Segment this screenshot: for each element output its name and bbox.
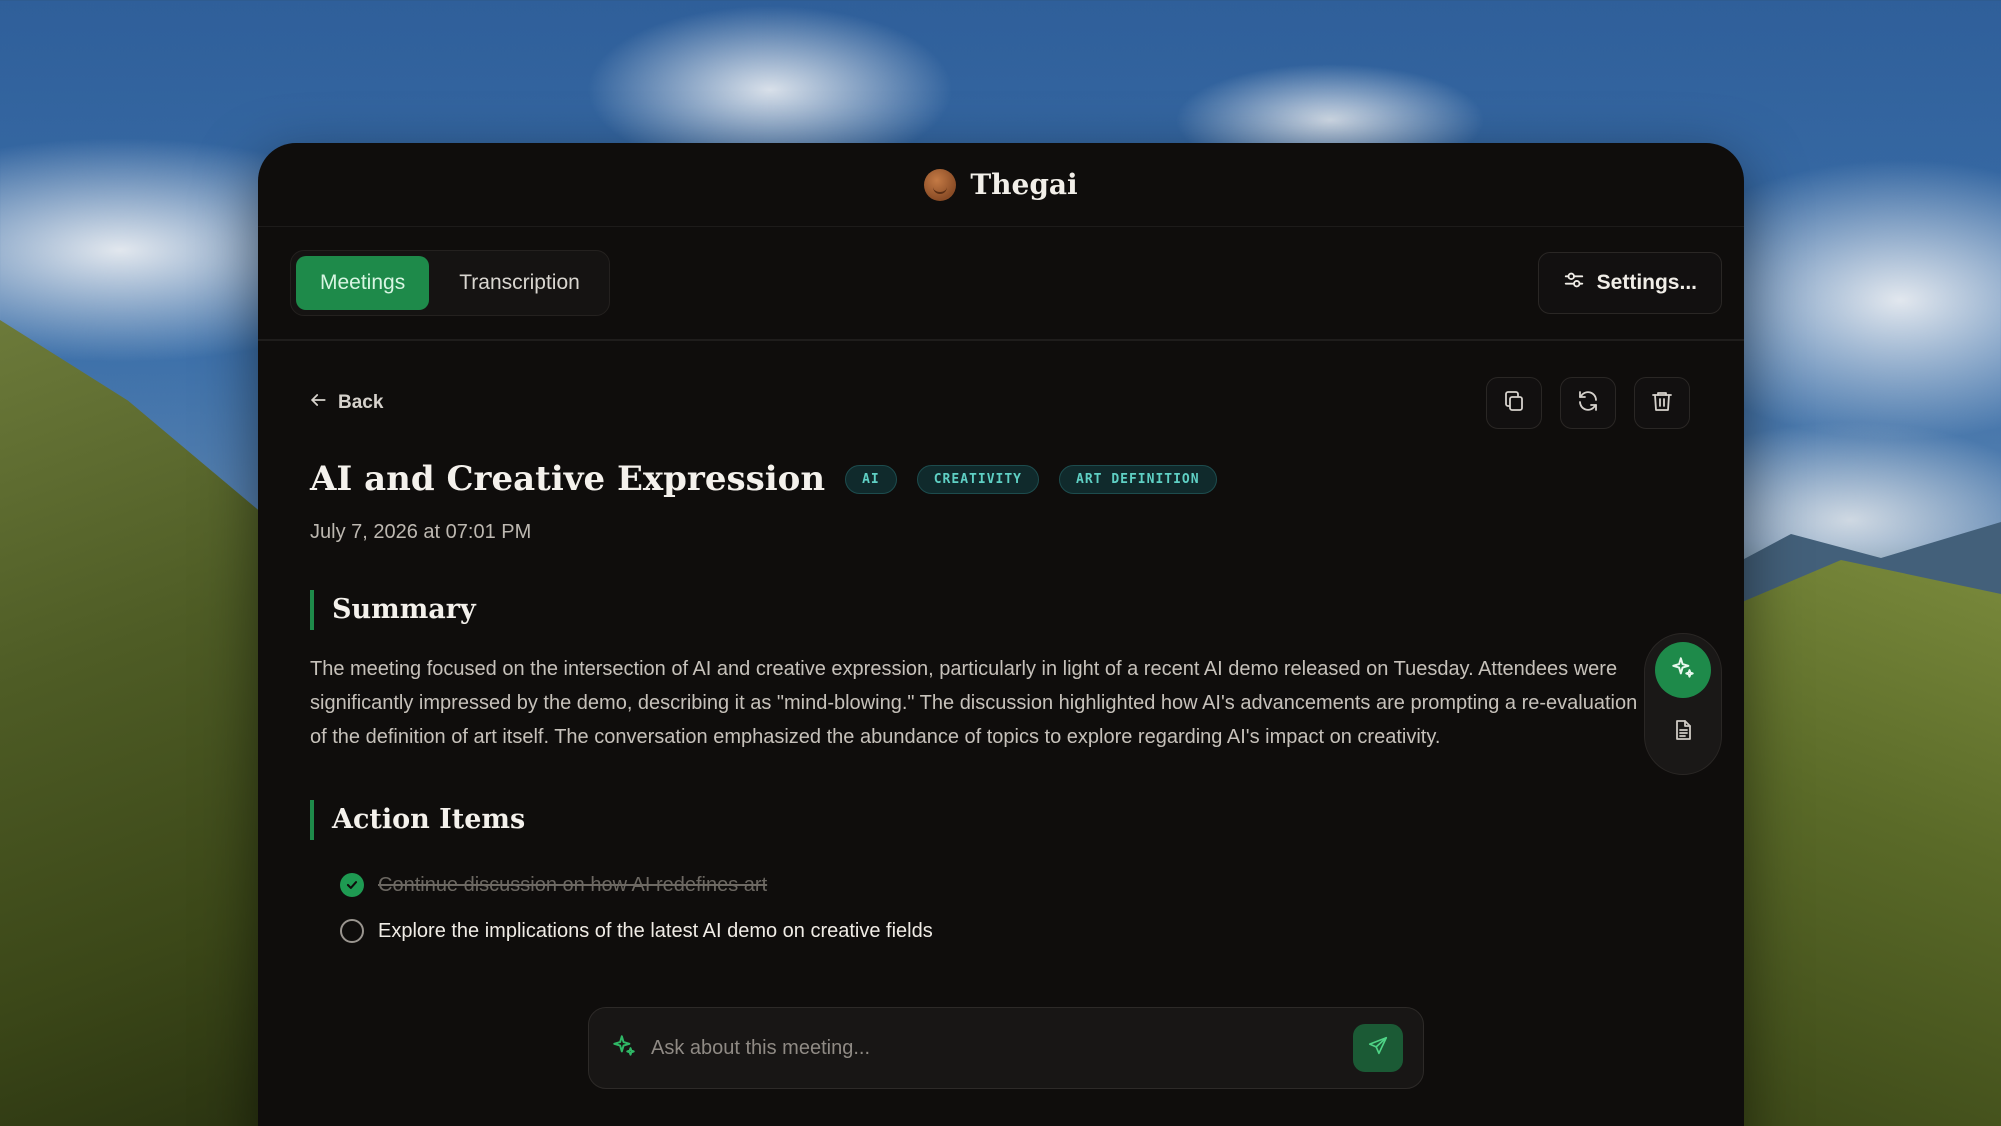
ai-assistant-button[interactable] — [1655, 642, 1711, 698]
tag-ai[interactable]: AI — [845, 464, 897, 494]
sliders-icon — [1563, 269, 1585, 297]
tab-group: Meetings Transcription — [290, 250, 610, 316]
send-button[interactable] — [1353, 1024, 1403, 1072]
action-item-text: Explore the implications of the latest A… — [378, 919, 933, 942]
settings-label: Settings... — [1596, 271, 1697, 294]
delete-button[interactable] — [1634, 377, 1690, 429]
meeting-title: AI and Creative Expression — [310, 459, 826, 499]
ask-bar — [588, 1007, 1424, 1089]
settings-button[interactable]: Settings... — [1537, 252, 1722, 314]
nav-bar: Meetings Transcription Settings... — [258, 227, 1744, 341]
app-header: Thegai — [258, 143, 1744, 227]
send-icon — [1367, 1035, 1389, 1062]
sparkle-icon — [1670, 655, 1696, 686]
tab-meetings[interactable]: Meetings — [296, 256, 430, 310]
action-item: Explore the implications of the latest A… — [340, 908, 1692, 954]
summary-heading: Summary — [310, 590, 1692, 630]
checkbox-unchecked-icon[interactable] — [340, 919, 364, 943]
copy-button[interactable] — [1486, 377, 1542, 429]
ask-input[interactable] — [651, 1036, 1339, 1060]
meeting-actions — [1486, 377, 1690, 429]
sparkle-icon — [611, 1033, 637, 1064]
side-tool-rail — [1644, 633, 1722, 775]
arrow-left-icon — [308, 390, 328, 416]
copy-icon — [1502, 389, 1526, 418]
action-items-list: Continue discussion on how AI redefines … — [340, 862, 1692, 954]
trash-icon — [1650, 389, 1674, 418]
avatar-icon — [924, 168, 957, 201]
tag-creativity[interactable]: CREATIVITY — [916, 464, 1040, 494]
back-label: Back — [338, 392, 384, 413]
action-item: Continue discussion on how AI redefines … — [340, 862, 1692, 908]
back-button[interactable]: Back — [308, 390, 383, 416]
meeting-detail: Back AI and Creative Expression AI CREAT… — [258, 341, 1744, 954]
brand-name: Thegai — [970, 168, 1078, 201]
refresh-icon — [1576, 389, 1600, 418]
action-items-heading: Action Items — [310, 800, 1692, 840]
app-window: Thegai Meetings Transcription Settings..… — [258, 143, 1744, 1126]
refresh-button[interactable] — [1560, 377, 1616, 429]
checkbox-checked-icon[interactable] — [340, 873, 364, 897]
document-button[interactable] — [1663, 712, 1703, 752]
tab-transcription[interactable]: Transcription — [435, 256, 604, 310]
tag-art-definition[interactable]: ART DEFINITION — [1059, 464, 1217, 494]
summary-text: The meeting focused on the intersection … — [310, 658, 1638, 748]
document-icon — [1671, 718, 1695, 747]
meeting-date: July 7, 2026 at 07:01 PM — [310, 521, 532, 543]
action-item-text: Continue discussion on how AI redefines … — [378, 873, 768, 896]
